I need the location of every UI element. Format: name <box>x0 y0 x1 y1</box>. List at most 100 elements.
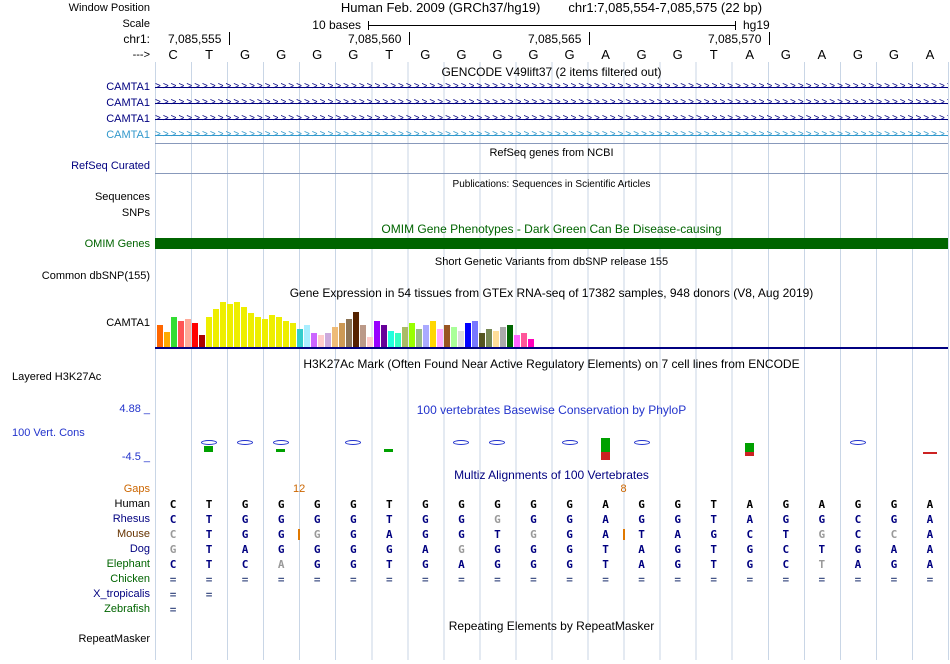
gtex-expression-bar[interactable] <box>416 329 422 347</box>
dbsnp-track-title[interactable]: Short Genetic Variants from dbSNP releas… <box>155 255 948 269</box>
base-letter: G <box>420 47 431 62</box>
gtex-expression-bar[interactable] <box>206 317 212 347</box>
repeatmasker-label[interactable]: RepeatMasker <box>0 633 150 646</box>
gtex-expression-bar[interactable] <box>164 332 170 347</box>
gtex-gene-label[interactable]: CAMTA1 <box>0 317 150 330</box>
gtex-expression-bar[interactable] <box>409 323 415 347</box>
gtex-expression-bar[interactable] <box>199 335 205 347</box>
omim-gene-bar[interactable] <box>155 238 948 249</box>
gtex-expression-bar[interactable] <box>283 321 289 347</box>
gtex-expression-bar[interactable] <box>521 333 527 347</box>
gencode-gene-label[interactable]: CAMTA1 <box>0 129 150 142</box>
gtex-expression-bar[interactable] <box>381 325 387 347</box>
gencode-transcript[interactable]: >>>>>>>>>>>>>>>>>>>>>>>>>>>>>>>>>>>>>>>>… <box>155 113 948 126</box>
omim-track-title[interactable]: OMIM Gene Phenotypes - Dark Green Can Be… <box>155 222 948 236</box>
gtex-expression-bar[interactable] <box>388 331 394 347</box>
gtex-expression-bar[interactable] <box>493 331 499 347</box>
gtex-expression-bar[interactable] <box>444 325 450 347</box>
base-letter: G <box>780 47 791 62</box>
gtex-expression-bar[interactable] <box>213 309 219 347</box>
gtex-expression-bar[interactable] <box>465 323 471 347</box>
snps-label[interactable]: SNPs <box>0 207 150 220</box>
gtex-expression-bar[interactable] <box>479 333 485 347</box>
gtex-expression-bar[interactable] <box>276 317 282 347</box>
gtex-expression-bar[interactable] <box>528 339 534 347</box>
gtex-expression-bar[interactable] <box>395 333 401 347</box>
gtex-expression-bar[interactable] <box>297 329 303 347</box>
gencode-gene-label[interactable]: CAMTA1 <box>0 81 150 94</box>
gtex-expression-bar[interactable] <box>472 321 478 347</box>
gtex-expression-bar[interactable] <box>458 331 464 347</box>
gtex-expression-bar[interactable] <box>346 319 352 347</box>
gtex-expression-bar[interactable] <box>311 333 317 347</box>
gtex-expression-bar[interactable] <box>157 325 163 347</box>
gtex-expression-bar[interactable] <box>234 302 240 347</box>
gtex-expression-bar[interactable] <box>339 323 345 347</box>
gtex-expression-bar[interactable] <box>360 325 366 347</box>
gtex-expression-bar[interactable] <box>325 333 331 347</box>
gencode-track-title[interactable]: GENCODE V49lift37 (2 items filtered out) <box>155 65 948 79</box>
scale-label: Scale <box>122 18 150 30</box>
gtex-expression-bar[interactable] <box>220 302 226 347</box>
omim-genes-label[interactable]: OMIM Genes <box>0 238 150 251</box>
gtex-expression-bar[interactable] <box>430 321 436 347</box>
species-label[interactable]: Mouse <box>0 528 150 541</box>
multiz-track-title[interactable]: Multiz Alignments of 100 Vertebrates <box>155 468 948 482</box>
gencode-gene-label[interactable]: CAMTA1 <box>0 97 150 110</box>
gtex-expression-bar[interactable] <box>402 327 408 347</box>
gtex-expression-bar[interactable] <box>304 325 310 347</box>
gtex-expression-bar[interactable] <box>192 323 198 347</box>
gencode-transcript[interactable]: >>>>>>>>>>>>>>>>>>>>>>>>>>>>>>>>>>>>>>>>… <box>155 81 948 94</box>
gtex-expression-bar[interactable] <box>437 329 443 347</box>
dbsnp-label[interactable]: Common dbSNP(155) <box>0 270 150 283</box>
gtex-expression-bar[interactable] <box>171 317 177 347</box>
repeatmasker-track-title[interactable]: Repeating Elements by RepeatMasker <box>155 619 948 633</box>
gtex-expression-bar[interactable] <box>353 312 359 347</box>
gtex-expression-bar[interactable] <box>507 325 513 347</box>
base-letter: A <box>601 47 610 62</box>
species-label[interactable]: Human <box>0 498 150 511</box>
alignment-base: A <box>638 558 645 571</box>
alignment-base: G <box>422 498 429 511</box>
gtex-expression-bar[interactable] <box>241 307 247 347</box>
gtex-expression-bar[interactable] <box>227 304 233 347</box>
gtex-expression-bar[interactable] <box>514 335 520 347</box>
gaps-label[interactable]: Gaps <box>0 483 150 496</box>
gtex-expression-bar[interactable] <box>486 329 492 347</box>
gtex-expression-bar[interactable] <box>500 327 506 347</box>
gtex-expression-bar[interactable] <box>318 335 324 347</box>
gtex-expression-bar[interactable] <box>332 327 338 347</box>
gtex-expression-bar[interactable] <box>185 319 191 347</box>
h3k27ac-label[interactable]: Layered H3K27Ac <box>12 371 152 384</box>
gtex-track-title[interactable]: Gene Expression in 54 tissues from GTEx … <box>155 286 948 300</box>
gencode-transcript[interactable]: >>>>>>>>>>>>>>>>>>>>>>>>>>>>>>>>>>>>>>>>… <box>155 97 948 110</box>
refseq-curated-label[interactable]: RefSeq Curated <box>0 160 150 173</box>
gencode-transcript[interactable]: >>>>>>>>>>>>>>>>>>>>>>>>>>>>>>>>>>>>>>>>… <box>155 129 948 142</box>
sequences-label[interactable]: Sequences <box>0 191 150 204</box>
gtex-expression-bar[interactable] <box>451 327 457 347</box>
gtex-expression-bar[interactable] <box>423 325 429 347</box>
gtex-expression-bar[interactable] <box>269 315 275 347</box>
gtex-expression-bar[interactable] <box>255 317 261 347</box>
species-label[interactable]: Dog <box>0 543 150 556</box>
gtex-expression-bar[interactable] <box>178 321 184 347</box>
species-label[interactable]: Rhesus <box>0 513 150 526</box>
gtex-expression-bar[interactable] <box>367 337 373 347</box>
species-label[interactable]: Chicken <box>0 573 150 586</box>
alignment-base: C <box>169 558 177 571</box>
gtex-expression-bar[interactable] <box>290 323 296 347</box>
species-label[interactable]: Zebrafish <box>0 603 150 616</box>
publications-track-title[interactable]: Publications: Sequences in Scientific Ar… <box>155 178 948 192</box>
alignment-base: G <box>494 543 501 556</box>
gtex-expression-bar[interactable] <box>374 321 380 347</box>
gtex-expression-bar[interactable] <box>262 319 268 347</box>
phylop-negative-bar <box>744 452 754 456</box>
species-label[interactable]: X_tropicalis <box>0 588 150 601</box>
phylop-label[interactable]: 100 Vert. Cons <box>12 427 152 440</box>
gtex-expression-bar[interactable] <box>248 313 254 347</box>
refseq-track-title[interactable]: RefSeq genes from NCBI <box>155 146 948 160</box>
h3k27ac-track-title[interactable]: H3K27Ac Mark (Often Found Near Active Re… <box>155 357 948 371</box>
phylop-track-title[interactable]: 100 vertebrates Basewise Conservation by… <box>155 403 948 417</box>
species-label[interactable]: Elephant <box>0 558 150 571</box>
gencode-gene-label[interactable]: CAMTA1 <box>0 113 150 126</box>
